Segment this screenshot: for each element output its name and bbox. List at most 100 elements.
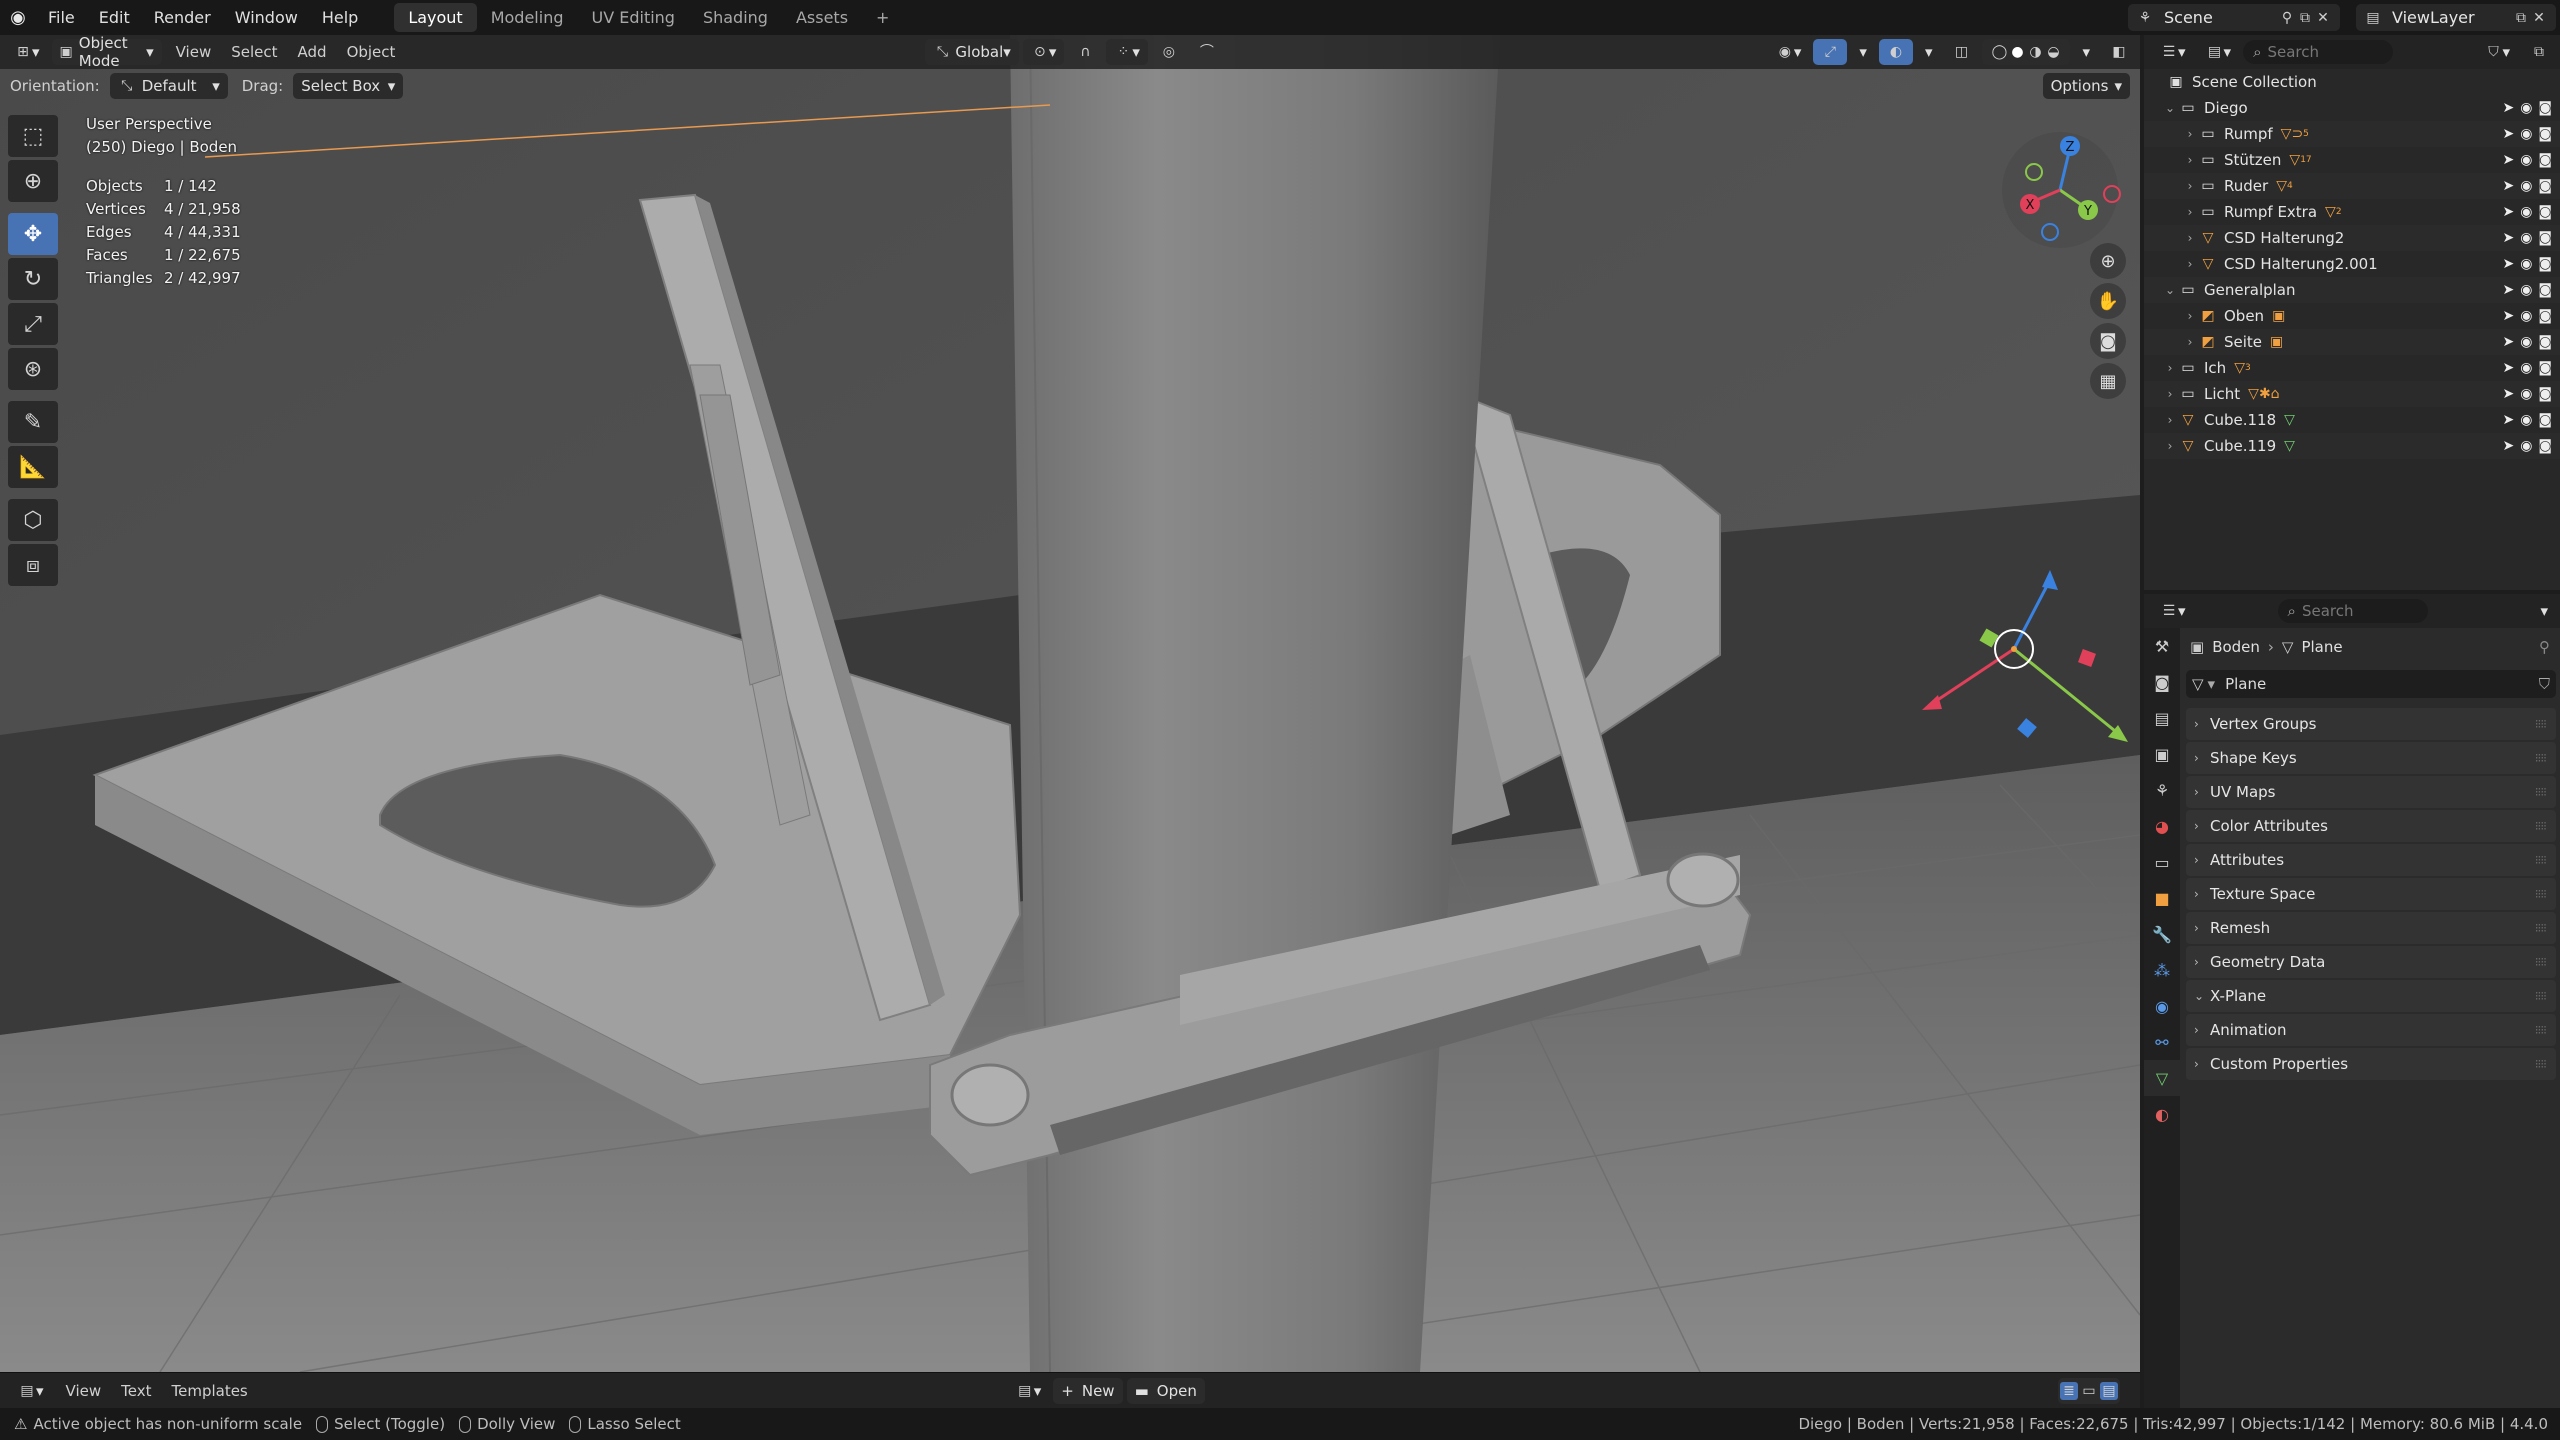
view-layer-selector[interactable]: ▤ ViewLayer ⧉ ✕ [2356,4,2556,31]
tab-material[interactable]: ◐ [2144,1096,2180,1132]
panel-header[interactable]: › Attributes ⁝⁝⁝⁝ [2186,844,2556,876]
child-types-badge[interactable]: ▣ [2272,308,2285,324]
pin-icon[interactable]: ⚲ [2278,9,2296,27]
eye-icon[interactable]: ◉ [2520,438,2532,454]
rendered-shading-icon[interactable]: ◒ [2044,43,2062,61]
drag-handle-icon[interactable]: ⁝⁝⁝⁝ [2535,989,2547,1003]
child-types-badge[interactable]: ▽ [2276,178,2287,194]
pin-icon[interactable]: ⚲ [2539,638,2550,656]
eye-icon[interactable]: ◉ [2520,126,2532,142]
outliner-search-input[interactable]: ⌕ Search [2243,40,2394,64]
menu-window[interactable]: Window [223,8,310,27]
camera-render-icon[interactable]: ◙ [2538,282,2552,298]
text-browse-button[interactable]: ▤ ▾ [1008,1378,1050,1404]
chevron-right-icon[interactable]: › [2162,387,2178,401]
select-arrow-icon[interactable]: ➤ [2502,100,2514,116]
eye-icon[interactable]: ◉ [2520,256,2532,272]
perspective-toggle-button[interactable]: ▦ [2090,363,2126,399]
options-dropdown[interactable]: ▾ [2532,598,2556,624]
pivot-point-button[interactable]: ⊙ ▾ [1022,39,1065,65]
drag-handle-icon[interactable]: ⁝⁝⁝⁝ [2535,1057,2547,1071]
camera-render-icon[interactable]: ◙ [2538,438,2552,454]
editor-type-button[interactable]: ☰ ▾ [2152,598,2194,624]
chevron-right-icon[interactable]: › [2182,127,2198,141]
tab-output[interactable]: ▤ [2144,700,2180,736]
tab-collection[interactable]: ▭ [2144,844,2180,880]
camera-render-icon[interactable]: ◙ [2538,204,2552,220]
new-collection-button[interactable]: ⧉ [2522,39,2556,65]
outliner-row[interactable]: › ▭ Ich ▽ 3 ➤ ◉ ◙ [2144,355,2560,381]
outliner-row[interactable]: › ▽ Cube.118 ▽ ➤ ◉ ◙ [2144,407,2560,433]
word-wrap-icon[interactable]: ▭ [2080,1382,2098,1400]
child-types-badge[interactable]: ▣ [2270,334,2283,350]
tab-assets[interactable]: Assets [782,3,862,32]
chevron-down-icon[interactable]: ⌄ [2162,283,2178,297]
outliner-row[interactable]: ⌄ ▭ Diego ➤ ◉ ◙ [2144,95,2560,121]
scene-selector[interactable]: ⚘ Scene ⚲ ⧉ ✕ [2128,4,2340,31]
menu-select[interactable]: Select [221,43,287,61]
editor-type-button[interactable]: ⊞ ▾ [6,39,48,65]
drag-selector[interactable]: Select Box ▾ [293,73,404,99]
menu-view[interactable]: View [56,1382,112,1400]
tab-layout[interactable]: Layout [394,3,477,32]
gizmo-toggle[interactable]: ⤢ [1813,39,1848,65]
chevron-right-icon[interactable]: › [2182,257,2198,271]
child-types-badge[interactable]: ▽ [2289,152,2300,168]
child-types-badge[interactable]: ▽ [2284,412,2295,428]
menu-templates[interactable]: Templates [161,1382,257,1400]
blender-logo-icon[interactable]: ◉ [0,7,36,28]
menu-help[interactable]: Help [310,8,370,27]
outliner-row[interactable]: › ▽ Cube.119 ▽ ➤ ◉ ◙ [2144,433,2560,459]
camera-view-button[interactable]: ◙ [2090,323,2126,359]
menu-edit[interactable]: Edit [87,8,142,27]
tab-shading[interactable]: Shading [689,3,782,32]
new-scene-icon[interactable]: ⧉ [2296,9,2314,27]
eye-icon[interactable]: ◉ [2520,412,2532,428]
editor-type-button[interactable]: ☰ ▾ [2152,39,2194,65]
drag-handle-icon[interactable]: ⁝⁝⁝⁝ [2535,853,2547,867]
measure-tool[interactable]: 📐 [8,446,58,488]
annotate-tool[interactable]: ✎ [8,401,58,443]
select-arrow-icon[interactable]: ➤ [2502,204,2514,220]
filter-button[interactable]: ⛉ ▾ [2476,39,2518,65]
tab-render[interactable]: ◙ [2144,664,2180,700]
select-arrow-icon[interactable]: ➤ [2502,308,2514,324]
tab-view-layer[interactable]: ▣ [2144,736,2180,772]
select-arrow-icon[interactable]: ➤ [2502,282,2514,298]
material-shading-icon[interactable]: ◑ [2026,43,2044,61]
orientation-selector[interactable]: ⤡ Default ▾ [109,73,228,99]
tab-object-data[interactable]: ▽ [2144,1060,2180,1096]
view-toggle-group[interactable]: ≣ ▭ ▤ [2058,1377,2120,1404]
select-arrow-icon[interactable]: ➤ [2502,230,2514,246]
select-arrow-icon[interactable]: ➤ [2502,178,2514,194]
child-types-badge[interactable]: ▽ [2284,438,2295,454]
new-text-button[interactable]: + New [1053,1377,1123,1404]
chevron-right-icon[interactable]: › [2182,335,2198,349]
rotate-tool[interactable]: ↻ [8,258,58,300]
snap-target-button[interactable]: ⁘ ▾ [1106,39,1148,65]
drag-handle-icon[interactable]: ⁝⁝⁝⁝ [2535,751,2547,765]
mesh-datablock-field[interactable]: ▽ ▾ Plane ⛉ [2186,670,2556,698]
eye-icon[interactable]: ◉ [2520,178,2532,194]
eye-icon[interactable]: ◉ [2520,152,2532,168]
3d-viewport[interactable]: ⊞ ▾ ▣ Object Mode ▾ View Select Add Objec… [0,35,2140,1372]
eye-icon[interactable]: ◉ [2520,282,2532,298]
tab-uv-editing[interactable]: UV Editing [577,3,688,32]
outliner-row[interactable]: › ▭ Licht ▽✱⌂ ➤ ◉ ◙ [2144,381,2560,407]
camera-render-icon[interactable]: ◙ [2538,152,2552,168]
chevron-right-icon[interactable]: › [2162,439,2178,453]
fake-user-shield-icon[interactable]: ⛉ [2539,675,2550,693]
menu-render[interactable]: Render [142,8,223,27]
chevron-right-icon[interactable]: › [2162,413,2178,427]
snap-toggle[interactable]: ∩ [1068,39,1102,65]
options-button[interactable]: Options ▾ [2042,73,2130,99]
properties-search-input[interactable]: ⌕ Search [2277,599,2428,623]
tab-scene[interactable]: ⚘ [2144,772,2180,808]
tab-modifiers[interactable]: 🔧 [2144,916,2180,952]
tab-object[interactable]: ■ [2144,880,2180,916]
outliner-row[interactable]: ⌄ ▭ Generalplan ➤ ◉ ◙ [2144,277,2560,303]
child-types-badge[interactable]: ▽ [2234,360,2245,376]
eye-icon[interactable]: ◉ [2520,386,2532,402]
tab-particles[interactable]: ⁂ [2144,952,2180,988]
camera-render-icon[interactable]: ◙ [2538,360,2552,376]
